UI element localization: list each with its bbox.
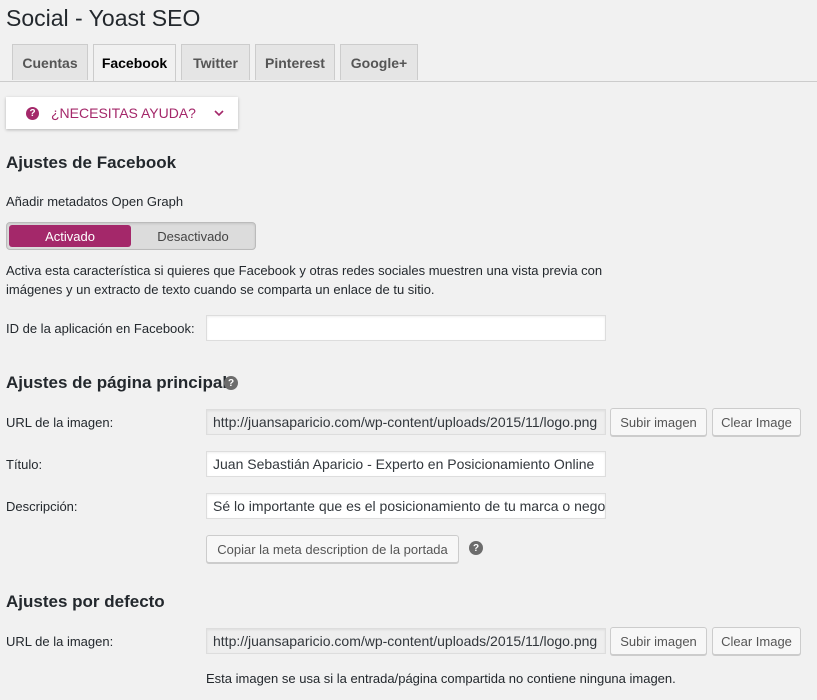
toggle-off-option[interactable]: Desactivado: [133, 225, 253, 247]
toggle-on-option[interactable]: Activado: [9, 225, 131, 247]
copy-meta-description-button[interactable]: Copiar la meta description de la portada: [206, 535, 459, 563]
home-description-label: Descripción:: [6, 499, 78, 514]
help-label: ¿NECESITAS AYUDA?: [51, 105, 196, 121]
default-image-note: Esta imagen se usa si la entrada/página …: [206, 671, 676, 686]
tab-facebook[interactable]: Facebook: [93, 44, 176, 81]
tab-pinterest[interactable]: Pinterest: [255, 44, 335, 80]
opengraph-toggle[interactable]: Activado Desactivado: [6, 222, 256, 250]
section-heading-facebook: Ajustes de Facebook: [6, 153, 177, 172]
home-upload-image-button[interactable]: Subir imagen: [610, 408, 707, 436]
default-upload-image-button[interactable]: Subir imagen: [610, 627, 707, 655]
home-image-url-label: URL de la imagen:: [6, 415, 114, 430]
help-icon[interactable]: ?: [469, 541, 483, 555]
opengraph-description: Activa esta característica si quieres qu…: [6, 263, 603, 297]
tab-cuentas[interactable]: Cuentas: [12, 44, 88, 80]
opengraph-label: Añadir metadatos Open Graph: [6, 194, 184, 209]
default-image-url-label: URL de la imagen:: [6, 634, 114, 649]
section-heading-default: Ajustes por defecto: [6, 592, 165, 611]
home-image-url-input[interactable]: http://juansaparicio.com/wp-content/uplo…: [206, 409, 606, 435]
chevron-down-icon: [214, 110, 224, 117]
page-title: Social - Yoast SEO: [6, 5, 201, 31]
home-title-label: Título:: [6, 457, 43, 472]
help-toggle-button[interactable]: ? ¿NECESITAS AYUDA?: [6, 97, 238, 129]
app-id-input[interactable]: [206, 315, 606, 341]
default-clear-image-button[interactable]: Clear Image: [712, 627, 801, 655]
home-description-input[interactable]: Sé lo importante que es el posicionamien…: [206, 493, 606, 519]
tab-bar: Cuentas Facebook Twitter Pinterest Googl…: [0, 44, 817, 82]
tab-googleplus[interactable]: Google+: [340, 44, 418, 80]
app-id-label: ID de la aplicación en Facebook:: [6, 321, 195, 336]
question-circle-icon: ?: [26, 106, 39, 120]
default-image-url-input[interactable]: http://juansaparicio.com/wp-content/uplo…: [206, 628, 606, 654]
home-title-input[interactable]: Juan Sebastián Aparicio - Experto en Pos…: [206, 451, 606, 477]
help-icon[interactable]: ?: [224, 376, 238, 390]
tab-twitter[interactable]: Twitter: [181, 44, 250, 80]
section-heading-homepage: Ajustes de página principal: [6, 373, 228, 392]
home-clear-image-button[interactable]: Clear Image: [712, 408, 801, 436]
